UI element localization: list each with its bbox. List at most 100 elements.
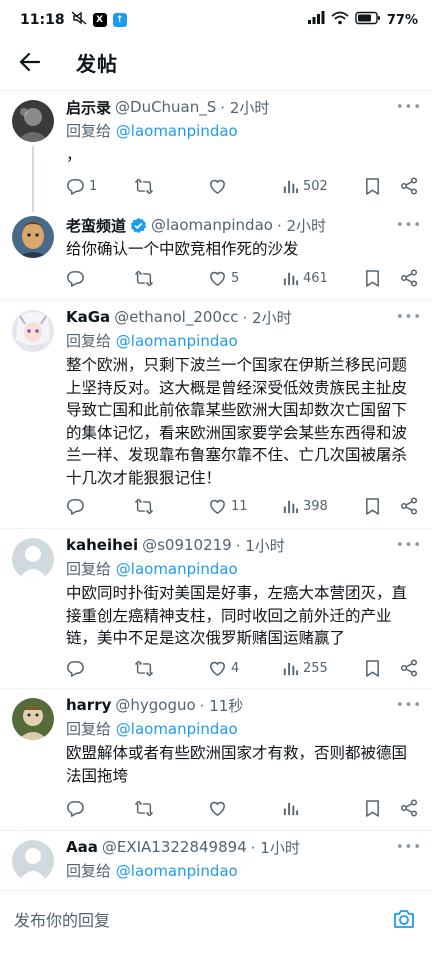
post-time[interactable]: · 2小时 [242, 307, 291, 328]
views-icon [283, 500, 299, 513]
retweet-button[interactable] [134, 269, 208, 288]
mention-link[interactable]: @laomanpindao [116, 560, 238, 578]
reply-button[interactable] [66, 659, 134, 678]
mention-link[interactable]: @laomanpindao [116, 122, 238, 140]
camera-button[interactable] [390, 905, 418, 933]
bookmark-button[interactable] [364, 659, 400, 678]
like-button[interactable]: 4 [208, 659, 282, 678]
retweet-icon [135, 498, 153, 514]
share-icon [400, 659, 418, 677]
like-button[interactable]: 5 [208, 269, 282, 288]
post[interactable]: KaGa @ethanol_200cc · 2小时 ••• 回复给 @laoma… [0, 306, 432, 526]
mention-link[interactable]: @laomanpindao [116, 720, 238, 738]
post[interactable]: kaheihei @s0910219 · 1小时 ••• 回复给 @laoman… [0, 534, 432, 684]
retweet-button[interactable] [134, 497, 208, 516]
author-name[interactable]: KaGa [66, 308, 110, 326]
retweet-button[interactable] [134, 177, 208, 196]
post-text: 中欧同时扑街对美国是好事，左癌大本营团灭，直接重创左癌精神支柱，同时收回之前外迁… [66, 584, 408, 647]
post[interactable]: harry @hygoguo · 11秒 ••• 回复给 @laomanpind… [0, 694, 432, 824]
share-icon [400, 177, 418, 195]
like-count: 11 [231, 498, 248, 514]
views-button[interactable]: 502 [282, 178, 364, 195]
views-icon [283, 802, 299, 815]
reply-button[interactable] [66, 497, 134, 516]
author-handle[interactable]: @laomanpindao [151, 216, 273, 234]
more-icon[interactable]: ••• [396, 840, 422, 855]
avatar[interactable] [12, 538, 54, 580]
reply-button[interactable] [66, 269, 134, 288]
bookmark-button[interactable] [364, 799, 400, 818]
post-time[interactable]: · 2小时 [277, 215, 326, 236]
post-text: 整个欧洲，只剩下波兰一个国家在伊斯兰移民问题上坚持反对。这大概是曾经深受低效贵族… [66, 356, 408, 487]
author-handle[interactable]: @hygoguo [115, 696, 195, 714]
mention-link[interactable]: @laomanpindao [116, 862, 238, 880]
bookmark-button[interactable] [364, 269, 400, 288]
views-button[interactable]: 398 [282, 498, 364, 515]
retweet-icon [135, 800, 153, 816]
author-name[interactable]: Aaa [66, 838, 98, 856]
like-button[interactable]: 11 [208, 497, 282, 516]
post-time[interactable]: · 1小时 [251, 837, 300, 858]
nav-handle [0, 946, 432, 960]
post[interactable]: Aaa @EXIA1322849894 · 1小时 ••• 回复给 @laoma… [0, 836, 432, 896]
views-button[interactable] [282, 800, 364, 817]
more-icon[interactable]: ••• [396, 310, 422, 325]
reply-button[interactable] [66, 799, 134, 818]
view-count: 255 [303, 660, 328, 676]
battery-icon [355, 11, 381, 29]
divider [0, 90, 432, 91]
post-time[interactable]: · 1小时 [236, 535, 285, 556]
share-button[interactable] [400, 659, 418, 677]
like-icon [210, 661, 225, 676]
more-icon[interactable]: ••• [396, 538, 422, 553]
more-icon[interactable]: ••• [396, 100, 422, 115]
like-button[interactable] [208, 177, 282, 196]
post-text: 欧盟解体或者有些欧洲国家才有救，否则都被德国法国拖垮 [66, 744, 408, 785]
retweet-button[interactable] [134, 659, 208, 678]
author-name[interactable]: 启示录 [66, 97, 111, 118]
more-icon[interactable]: ••• [396, 218, 422, 233]
author-handle[interactable]: @s0910219 [142, 536, 232, 554]
views-button[interactable]: 461 [282, 270, 364, 287]
avatar[interactable] [12, 840, 54, 882]
more-icon[interactable]: ••• [396, 698, 422, 713]
avatar[interactable] [12, 100, 54, 142]
author-handle[interactable]: @EXIA1322849894 [102, 838, 247, 856]
reply-icon [67, 498, 84, 515]
bookmark-icon [366, 497, 379, 515]
share-button[interactable] [400, 177, 418, 195]
author-handle[interactable]: @ethanol_200cc [114, 308, 238, 326]
like-icon [210, 271, 225, 286]
reply-to: 回复给 @laomanpindao [66, 122, 238, 140]
bookmark-button[interactable] [364, 177, 400, 196]
back-button[interactable] [2, 40, 58, 84]
post-time[interactable]: · 2小时 [220, 97, 269, 118]
reply-input[interactable]: 发布你的回复 [14, 907, 390, 931]
share-button[interactable] [400, 269, 418, 287]
reply-button[interactable]: 1 [66, 177, 134, 196]
like-button[interactable] [208, 799, 282, 818]
share-button[interactable] [400, 799, 418, 817]
like-count: 4 [231, 660, 240, 676]
reply-to: 回复给 @laomanpindao [66, 560, 238, 578]
avatar[interactable] [12, 310, 54, 352]
x-app-icon: X [92, 13, 107, 27]
reply-to: 回复给 @laomanpindao [66, 720, 238, 738]
avatar[interactable] [12, 216, 54, 258]
author-handle[interactable]: @DuChuan_S [115, 98, 216, 116]
share-icon [400, 799, 418, 817]
author-name[interactable]: 老蛮频道 [66, 215, 126, 236]
mention-link[interactable]: @laomanpindao [116, 332, 238, 350]
post-text: 给你确认一个中欧竞相作死的沙发 [66, 240, 299, 258]
like-icon [210, 179, 225, 194]
author-name[interactable]: harry [66, 696, 111, 714]
retweet-button[interactable] [134, 799, 208, 818]
author-name[interactable]: kaheihei [66, 536, 138, 554]
post[interactable]: 启示录 @DuChuan_S · 2小时 ••• 回复给 @laomanpind… [0, 96, 432, 202]
bookmark-button[interactable] [364, 497, 400, 516]
post-time[interactable]: · 11秒 [200, 695, 244, 716]
post[interactable]: 老蛮频道 @laomanpindao · 2小时 ••• 给你确认一个中欧竞相作… [0, 212, 432, 302]
views-button[interactable]: 255 [282, 660, 364, 677]
avatar[interactable] [12, 698, 54, 740]
share-button[interactable] [400, 497, 418, 515]
